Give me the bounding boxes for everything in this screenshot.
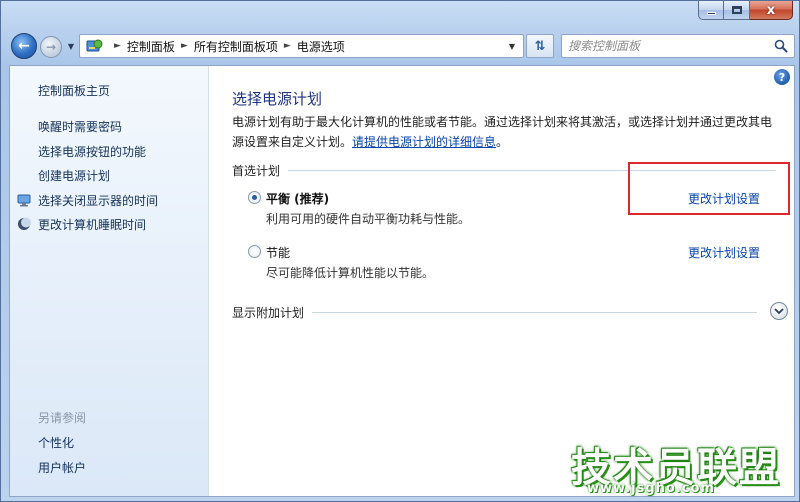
additional-plans-section[interactable]: 显示附加计划 <box>232 304 762 321</box>
watermark-logo: 技术员联盟 www.jsgho.com <box>569 433 797 499</box>
search-icon[interactable] <box>774 39 788 53</box>
forward-button[interactable]: → <box>40 36 62 58</box>
sidebar-link-sleep-time[interactable]: 更改计算机睡眠时间 <box>38 216 146 233</box>
caption-buttons: x <box>698 1 793 21</box>
preferred-plans-heading: 首选计划 <box>232 164 281 178</box>
watermark-url: www.jsgho.com <box>587 481 715 496</box>
plan-details-link[interactable]: 请提供电源计划的详细信息 <box>352 135 496 149</box>
back-button[interactable]: ← <box>11 33 37 59</box>
plan-balanced-desc: 利用可用的硬件自动平衡功耗与性能。 <box>266 212 471 226</box>
forward-arrow-icon: → <box>45 40 57 54</box>
sidebar-link-display-off-time[interactable]: 选择关闭显示器的时间 <box>38 192 158 209</box>
recent-pages-dropdown[interactable]: ▼ <box>65 40 77 52</box>
display-icon <box>17 194 31 207</box>
see-also-heading: 另请参阅 <box>38 411 87 425</box>
section-divider <box>312 312 758 313</box>
plan-power-saver-radio[interactable] <box>248 245 261 258</box>
plan-power-saver-desc: 尽可能降低计算机性能以节能。 <box>266 266 435 280</box>
breadcrumb-all-items[interactable]: 所有控制面板项 ► <box>194 38 297 55</box>
address-dropdown-button[interactable]: ▼ <box>504 38 520 54</box>
sidebar-link-create-plan[interactable]: 创建电源计划 <box>38 167 110 184</box>
highlight-annotation-box <box>628 162 790 215</box>
intro-text: 电源计划有助于最大化计算机的性能或者节能。通过选择计划来将其激活，或选择计划并通… <box>232 112 777 152</box>
minimize-icon <box>706 11 716 15</box>
plan-balanced-radio[interactable] <box>248 191 261 204</box>
back-arrow-icon: ← <box>18 38 30 54</box>
sleep-moon-icon <box>18 217 31 230</box>
breadcrumb-control-panel[interactable]: 控制面板 ► <box>127 38 194 55</box>
plan-power-saver: 节能 尽可能降低计算机性能以节能。 更改计划设置 <box>248 244 788 280</box>
expand-additional-plans-button[interactable] <box>770 302 788 320</box>
search-input[interactable] <box>568 39 768 53</box>
plan-balanced-name[interactable]: 平衡 (推荐) <box>266 190 329 207</box>
navigation-bar: ← → ▼ ► 控制面板 ► 所有控制面板项 ► 电源选项 ▼ ⇅ <box>9 31 795 61</box>
sidebar-link-control-panel-home[interactable]: 控制面板主页 <box>38 82 110 99</box>
maximize-button[interactable] <box>724 1 750 20</box>
show-additional-plans-label[interactable]: 显示附加计划 <box>232 304 304 321</box>
chevron-down-icon: ▼ <box>67 41 75 51</box>
breadcrumb-power-options[interactable]: 电源选项 <box>297 38 345 55</box>
chevron-down-icon: ▼ <box>508 41 516 51</box>
sidebar-link-user-accounts[interactable]: 用户帐户 <box>38 459 86 476</box>
search-box[interactable] <box>561 34 795 58</box>
sidebar-link-wake-password[interactable]: 唤醒时需要密码 <box>38 118 122 135</box>
minimize-button[interactable] <box>698 1 724 20</box>
close-icon: x <box>766 2 776 18</box>
control-panel-icon <box>86 38 104 54</box>
sidebar-link-personalization[interactable]: 个性化 <box>38 434 74 451</box>
refresh-button[interactable]: ⇅ <box>526 34 554 58</box>
sidebar-link-power-buttons[interactable]: 选择电源按钮的功能 <box>38 143 146 160</box>
help-icon[interactable]: ? <box>774 69 790 85</box>
chevron-down-icon <box>774 308 784 315</box>
intro-end: 。 <box>496 135 509 149</box>
page-title: 选择电源计划 <box>232 90 323 108</box>
address-bar[interactable]: ► 控制面板 ► 所有控制面板项 ► 电源选项 ▼ <box>79 34 524 58</box>
main-panel: ? 选择电源计划 电源计划有助于最大化计算机的性能或者节能。通过选择计划来将其激… <box>210 66 794 496</box>
maximize-icon <box>731 6 742 14</box>
refresh-icon: ⇅ <box>534 38 546 54</box>
breadcrumb-separator-start[interactable]: ► <box>108 41 127 51</box>
window-frame: x ← → ▼ ► 控制面板 ► 所有控制面板项 ► 电源选项 ▼ ⇅ 搜索控制… <box>0 0 800 502</box>
plan-power-saver-name[interactable]: 节能 <box>266 244 290 261</box>
task-pane: 控制面板主页 唤醒时需要密码 选择电源按钮的功能 创建电源计划 选择关闭显示器的… <box>10 66 209 496</box>
change-plan-settings-power-saver-link[interactable]: 更改计划设置 <box>688 244 760 261</box>
close-button[interactable]: x <box>750 1 793 20</box>
